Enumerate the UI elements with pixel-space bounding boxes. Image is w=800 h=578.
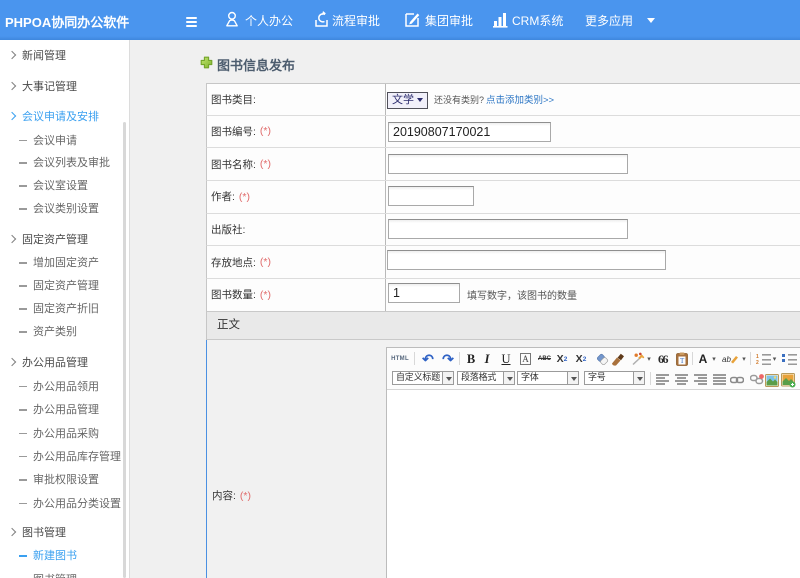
svg-text:ab: ab — [722, 355, 731, 364]
svg-text:T: T — [680, 357, 685, 365]
svg-text:2: 2 — [756, 360, 759, 365]
